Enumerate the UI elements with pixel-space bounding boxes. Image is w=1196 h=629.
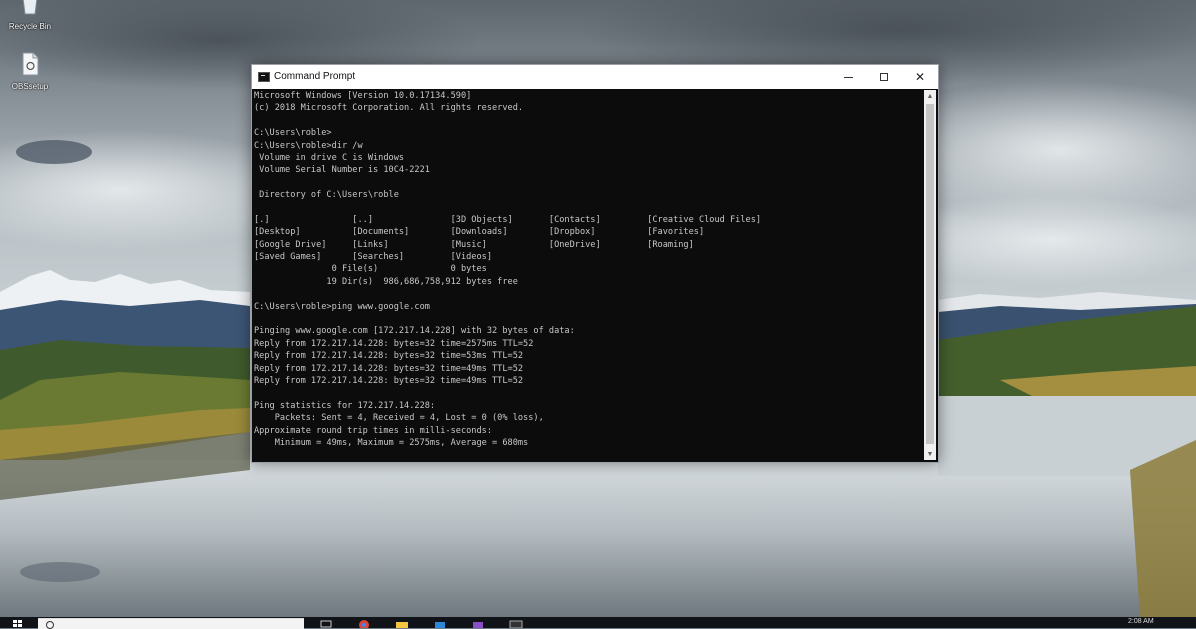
taskbar-clock[interactable]: 2:08 AM [1128,618,1154,625]
console-line: 19 Dir(s) 986,686,758,912 bytes free [254,276,518,287]
store-icon[interactable] [432,619,448,628]
close-button[interactable]: ✕ [902,65,938,89]
app-icon[interactable] [470,619,486,628]
taskbar-search-box[interactable] [38,618,304,629]
vertical-scrollbar[interactable]: ▲ ▼ [924,90,936,460]
scroll-up-arrow-icon[interactable]: ▲ [924,90,936,102]
command-prompt-window[interactable]: Command Prompt ✕ Microsoft Windows [Vers… [251,64,939,463]
title-bar[interactable]: Command Prompt ✕ [252,65,938,89]
console-line: C:\Users\roble>dir /w [254,140,363,151]
console-line: Volume Serial Number is 10C4-2221 [254,165,430,176]
minimize-icon [843,76,853,78]
command-prompt-icon[interactable] [508,619,524,628]
console-line: Microsoft Windows [Version 10.0.17134.59… [254,91,472,101]
file-explorer-icon[interactable] [394,619,410,628]
console-line: Minimum = 49ms, Maximum = 2575ms, Averag… [254,437,529,448]
windows-start-icon[interactable] [10,619,26,628]
desktop-icon-recycle-bin[interactable]: Recycle Bin [2,0,58,31]
window-title: Command Prompt [274,71,356,82]
console-line: [Google Drive] [Links] [Music] [OneDrive… [254,239,694,250]
file-icon [22,52,39,76]
scrollbar-thumb[interactable] [926,104,934,444]
console-line: C:\Users\roble> [254,128,332,139]
console-line: [.] [..] [3D Objects] [Contacts] [Creati… [254,214,762,225]
desktop-icon-label: Recycle Bin [8,22,52,31]
maximize-button[interactable] [866,65,902,89]
console-line: C:\Users\roble>ping www.google.com [254,301,430,312]
desktop-icon-obssetup[interactable]: OBSsetup [2,52,58,91]
console-line: (c) 2018 Microsoft Corporation. All righ… [254,103,524,114]
console-line: [Saved Games] [Searches] [Videos] [254,252,492,263]
console-output[interactable]: Microsoft Windows [Version 10.0.17134.59… [254,90,922,460]
console-line: Reply from 172.217.14.228: bytes=32 time… [254,375,524,386]
console-line: Reply from 172.217.14.228: bytes=32 time… [254,338,534,349]
console-line: Volume in drive C is Windows [254,152,405,163]
close-icon: ✕ [914,70,926,84]
console-line: Pinging www.google.com [172.217.14.228] … [254,326,575,337]
maximize-icon [880,73,888,81]
console-line: Ping statistics for 172.217.14.228: [254,400,436,411]
chrome-icon[interactable] [356,619,372,628]
console-line: Reply from 172.217.14.228: bytes=32 time… [254,351,524,362]
console-line: Reply from 172.217.14.228: bytes=32 time… [254,363,524,374]
console-line: Directory of C:\Users\roble [254,190,399,201]
task-view-icon[interactable] [318,619,334,628]
desktop-icon-label: OBSsetup [11,82,49,91]
console-line: 0 File(s) 0 bytes [254,264,487,275]
console-icon [258,72,270,82]
scroll-down-arrow-icon[interactable]: ▼ [924,448,936,460]
console-line: Packets: Sent = 4, Received = 4, Lost = … [254,413,544,424]
minimize-button[interactable] [830,65,866,89]
taskbar: 2:08 AM [0,617,1196,629]
console-line: [Desktop] [Documents] [Downloads] [Dropb… [254,227,705,238]
recycle-bin-icon [22,0,38,15]
console-line: Approximate round trip times in milli-se… [254,425,492,436]
